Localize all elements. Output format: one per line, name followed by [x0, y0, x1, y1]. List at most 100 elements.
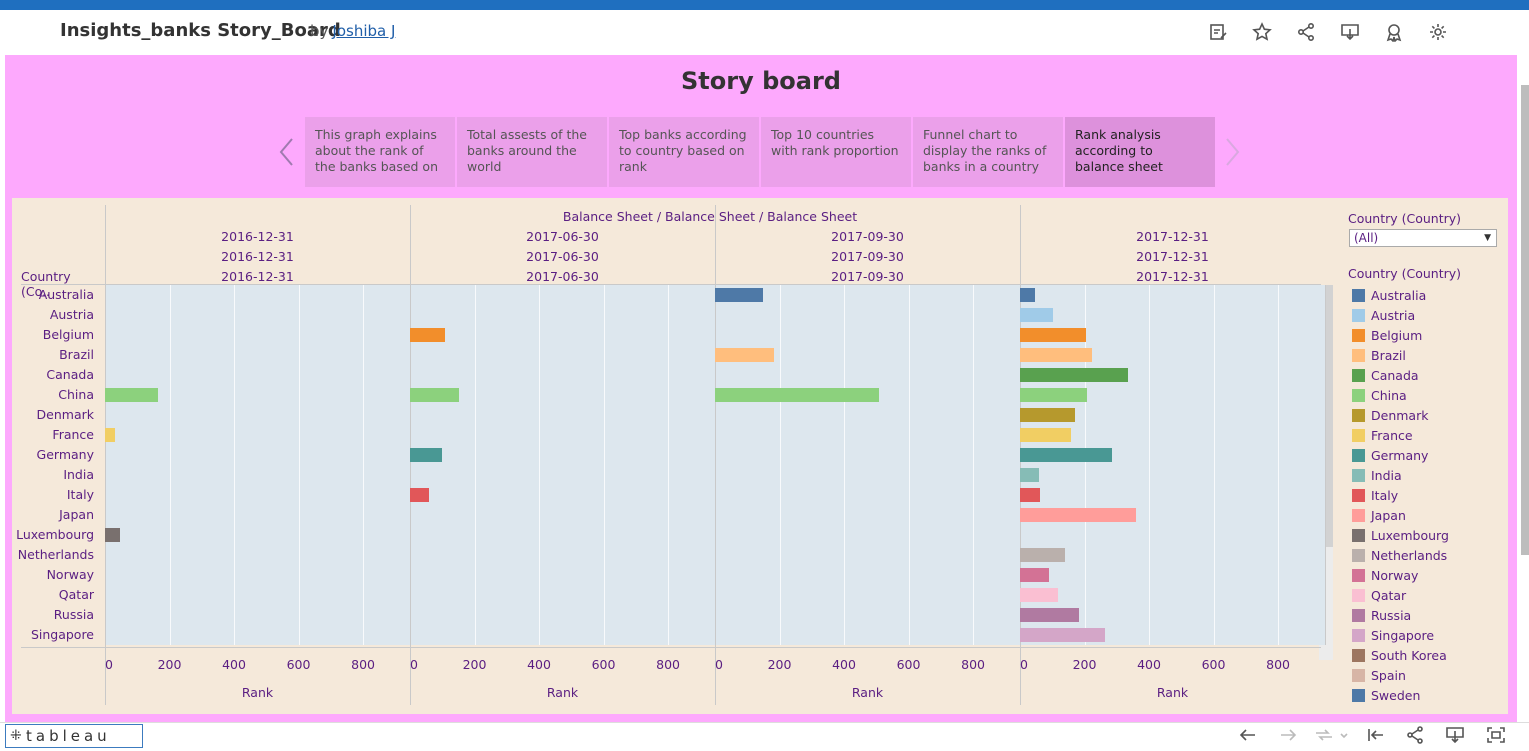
redo-icon[interactable] — [1278, 726, 1300, 746]
bar-belgium[interactable] — [1020, 328, 1087, 342]
axis-tick-label: 0 — [105, 657, 113, 672]
undo-icon[interactable] — [1238, 726, 1260, 746]
bar-china[interactable] — [1020, 388, 1088, 402]
legend-item[interactable]: India — [1352, 467, 1402, 483]
legend-item[interactable]: Spain — [1352, 667, 1406, 683]
legend-item[interactable]: Belgium — [1352, 327, 1422, 343]
legend-item[interactable]: South Korea — [1352, 647, 1447, 663]
story-point-6-active[interactable]: Rank analysis according to balance sheet — [1065, 117, 1215, 187]
legend-item[interactable]: Luxembourg — [1352, 527, 1449, 543]
legend-label: Canada — [1371, 367, 1419, 383]
legend-item[interactable]: Australia — [1352, 287, 1426, 303]
bar-china[interactable] — [715, 388, 879, 402]
country-filter-dropdown[interactable]: (All) ▼ — [1349, 229, 1497, 247]
favorite-star-icon[interactable] — [1250, 20, 1274, 44]
bar-norway[interactable] — [1020, 568, 1050, 582]
story-point-1[interactable]: This graph explains about the rank of th… — [305, 117, 455, 187]
tableau-logo[interactable]: ⁜ tableau — [5, 724, 143, 748]
column-date-header: 2017-06-30 — [526, 249, 599, 264]
row-label-norway: Norway — [46, 567, 94, 582]
legend-item[interactable]: Brazil — [1352, 347, 1406, 363]
bar-brazil[interactable] — [1020, 348, 1093, 362]
bar-russia[interactable] — [1020, 608, 1080, 622]
legend-swatch — [1352, 508, 1365, 522]
legend-item[interactable]: Qatar — [1352, 587, 1406, 603]
bar-germany[interactable] — [1020, 448, 1112, 462]
bar-italy[interactable] — [410, 488, 429, 502]
legend-item[interactable]: Italy — [1352, 487, 1398, 503]
bar-denmark[interactable] — [1020, 408, 1075, 422]
bar-canada[interactable] — [1020, 368, 1129, 382]
bar-australia[interactable] — [715, 288, 764, 302]
axis-tick-label: 0 — [410, 657, 418, 672]
previous-story-point-button[interactable] — [275, 135, 299, 169]
download-icon[interactable] — [1338, 20, 1362, 44]
bar-austria[interactable] — [1020, 308, 1054, 322]
legend-label: Luxembourg — [1371, 527, 1449, 543]
legend-item[interactable]: China — [1352, 387, 1407, 403]
axis-tick-label: 800 — [961, 657, 985, 672]
byline: by Joshiba J — [310, 22, 395, 40]
author-link[interactable]: Joshiba J — [332, 22, 395, 40]
share-icon[interactable] — [1294, 20, 1318, 44]
story-point-3[interactable]: Top banks according to country based on … — [609, 117, 759, 187]
legend-item[interactable]: Sweden — [1352, 687, 1420, 703]
legend-item[interactable]: Austria — [1352, 307, 1415, 323]
story-point-4[interactable]: Top 10 countries with rank proportion — [761, 117, 911, 187]
axis-tick-label: 200 — [462, 657, 487, 672]
revert-all-icon[interactable] — [1366, 726, 1388, 746]
toolbar-download-icon[interactable] — [1445, 726, 1467, 746]
bar-france[interactable] — [105, 428, 115, 442]
legend-item[interactable]: Japan — [1352, 507, 1406, 523]
page-scrollbar[interactable] — [1521, 85, 1529, 555]
bar-australia[interactable] — [1020, 288, 1035, 302]
bar-germany[interactable] — [410, 448, 443, 462]
legend-label: South Korea — [1371, 647, 1447, 663]
legend-item[interactable]: Russia — [1352, 607, 1411, 623]
story-container: Story board This graph explains about th… — [5, 55, 1517, 722]
bar-qatar[interactable] — [1020, 588, 1059, 602]
bar-luxembourg[interactable] — [105, 528, 121, 542]
legend-label: Denmark — [1371, 407, 1429, 423]
legend-title: Country (Country) — [1348, 266, 1462, 281]
bar-brazil[interactable] — [715, 348, 774, 362]
settings-gear-icon[interactable] — [1426, 20, 1450, 44]
gridline — [363, 285, 365, 645]
legend-item[interactable]: Denmark — [1352, 407, 1428, 423]
badge-icon[interactable] — [1382, 20, 1406, 44]
next-story-point-button[interactable] — [1220, 135, 1244, 169]
story-point-2[interactable]: Total assests of the banks around the wo… — [457, 117, 607, 187]
legend-swatch — [1352, 288, 1365, 302]
bar-italy[interactable] — [1020, 488, 1041, 502]
legend-item[interactable]: Singapore — [1352, 627, 1434, 643]
bar-china[interactable] — [105, 388, 158, 402]
axis-title-rank: Rank — [241, 685, 274, 700]
edit-metadata-icon[interactable] — [1206, 20, 1230, 44]
legend-item[interactable]: Netherlands — [1352, 547, 1447, 563]
legend-item[interactable]: Germany — [1352, 447, 1428, 463]
legend-label: Belgium — [1371, 327, 1423, 343]
revert-chevron-down-icon[interactable] — [1338, 726, 1350, 746]
gridline — [779, 285, 781, 645]
story-point-5[interactable]: Funnel chart to display the ranks of ban… — [913, 117, 1063, 187]
axis-tick-label: 600 — [896, 657, 921, 672]
legend-item[interactable]: France — [1352, 427, 1413, 443]
bar-france[interactable] — [1020, 428, 1071, 442]
legend-item[interactable]: Norway — [1352, 567, 1418, 583]
gridline — [1213, 285, 1215, 645]
bar-belgium[interactable] — [410, 328, 445, 342]
legend-swatch — [1352, 668, 1365, 682]
top-header: Balance Sheet / Balance Sheet / Balance … — [562, 209, 858, 224]
toolbar-share-icon[interactable] — [1405, 726, 1427, 746]
bar-singapore[interactable] — [1020, 628, 1105, 642]
fullscreen-icon[interactable] — [1486, 726, 1508, 746]
bar-india[interactable] — [1020, 468, 1040, 482]
gridline — [844, 285, 846, 645]
legend-item[interactable]: Canada — [1352, 367, 1419, 383]
legend-swatch — [1352, 448, 1365, 462]
row-label-india: India — [63, 467, 94, 482]
bar-japan[interactable] — [1020, 508, 1137, 522]
bar-netherlands[interactable] — [1020, 548, 1066, 562]
revert-icon[interactable] — [1314, 726, 1336, 746]
bar-china[interactable] — [410, 388, 460, 402]
